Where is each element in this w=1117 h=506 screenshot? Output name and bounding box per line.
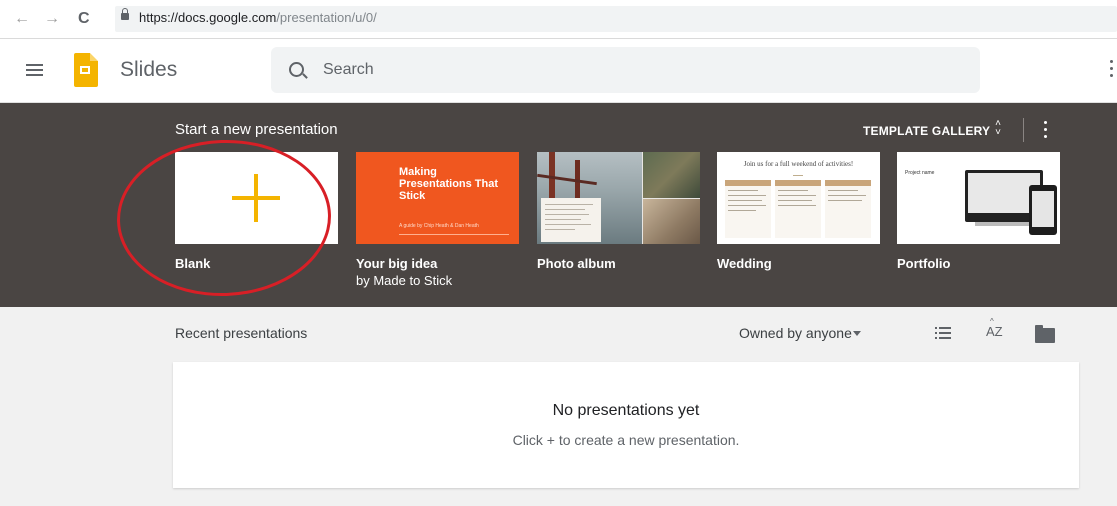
photo-caption-card <box>541 198 601 242</box>
template-wedding[interactable]: Join us for a full weekend of activities… <box>717 152 880 244</box>
app-title[interactable]: Slides <box>120 58 177 82</box>
search-icon[interactable] <box>289 62 304 77</box>
template-label-portfolio[interactable]: Portfolio <box>897 256 950 271</box>
thumb-subtitle: A guide by Chip Heath & Dan Heath <box>399 223 479 229</box>
empty-state-title: No presentations yet <box>552 402 700 419</box>
template-gallery-button[interactable]: TEMPLATE GALLERY <box>863 124 990 138</box>
dropdown-arrow-icon[interactable] <box>853 331 861 336</box>
template-portfolio[interactable]: Project name <box>897 152 1060 244</box>
hamburger-menu-icon[interactable] <box>26 64 43 76</box>
template-label-wedding[interactable]: Wedding <box>717 256 772 271</box>
phone-illustration <box>1029 185 1057 235</box>
url-host: https://docs.google.com <box>139 10 277 25</box>
thumb-title: Making Presentations That Stick <box>399 166 499 202</box>
thumb-title: Project name <box>905 170 935 176</box>
thumb-title: Join us for a full weekend of activities… <box>743 160 854 168</box>
empty-state-card: No presentations yet Click + to create a… <box>173 362 1079 488</box>
photo-table <box>643 199 700 244</box>
url-path: /presentation/u/0/ <box>276 10 377 25</box>
forward-icon[interactable]: → <box>44 10 60 28</box>
template-photo-album[interactable] <box>537 152 700 244</box>
photo-street <box>643 152 700 198</box>
folder-icon[interactable] <box>1035 325 1055 343</box>
start-new-heading: Start a new presentation <box>175 121 338 138</box>
recent-presentations-heading: Recent presentations <box>175 325 308 341</box>
more-options-icon[interactable] <box>1044 121 1048 139</box>
search-input[interactable] <box>271 47 980 93</box>
sort-label: AZ <box>986 324 1003 339</box>
reload-icon[interactable]: C <box>78 10 90 28</box>
url-text[interactable]: https://docs.google.com/presentation/u/0… <box>139 10 377 25</box>
expand-collapse-icon[interactable]: ˄ ˅ <box>993 119 1003 138</box>
apps-menu-icon[interactable] <box>1110 60 1114 80</box>
slides-logo-icon[interactable] <box>74 53 98 87</box>
back-icon[interactable]: ← <box>14 10 30 28</box>
template-label-big-idea[interactable]: Your big idea <box>356 256 437 271</box>
lock-icon <box>121 8 129 20</box>
empty-state-hint: Click + to create a new presentation. <box>512 432 740 448</box>
search-placeholder: Search <box>323 61 374 78</box>
list-view-icon[interactable] <box>935 326 951 340</box>
template-big-idea[interactable]: Making Presentations That Stick A guide … <box>356 152 519 244</box>
owner-filter-dropdown[interactable]: Owned by anyone <box>739 325 852 341</box>
template-label-photo-album[interactable]: Photo album <box>537 256 616 271</box>
divider <box>1023 118 1024 142</box>
template-sublabel-big-idea[interactable]: by Made to Stick <box>356 273 452 288</box>
sort-az-icon[interactable]: ^ AZ <box>986 318 1003 339</box>
